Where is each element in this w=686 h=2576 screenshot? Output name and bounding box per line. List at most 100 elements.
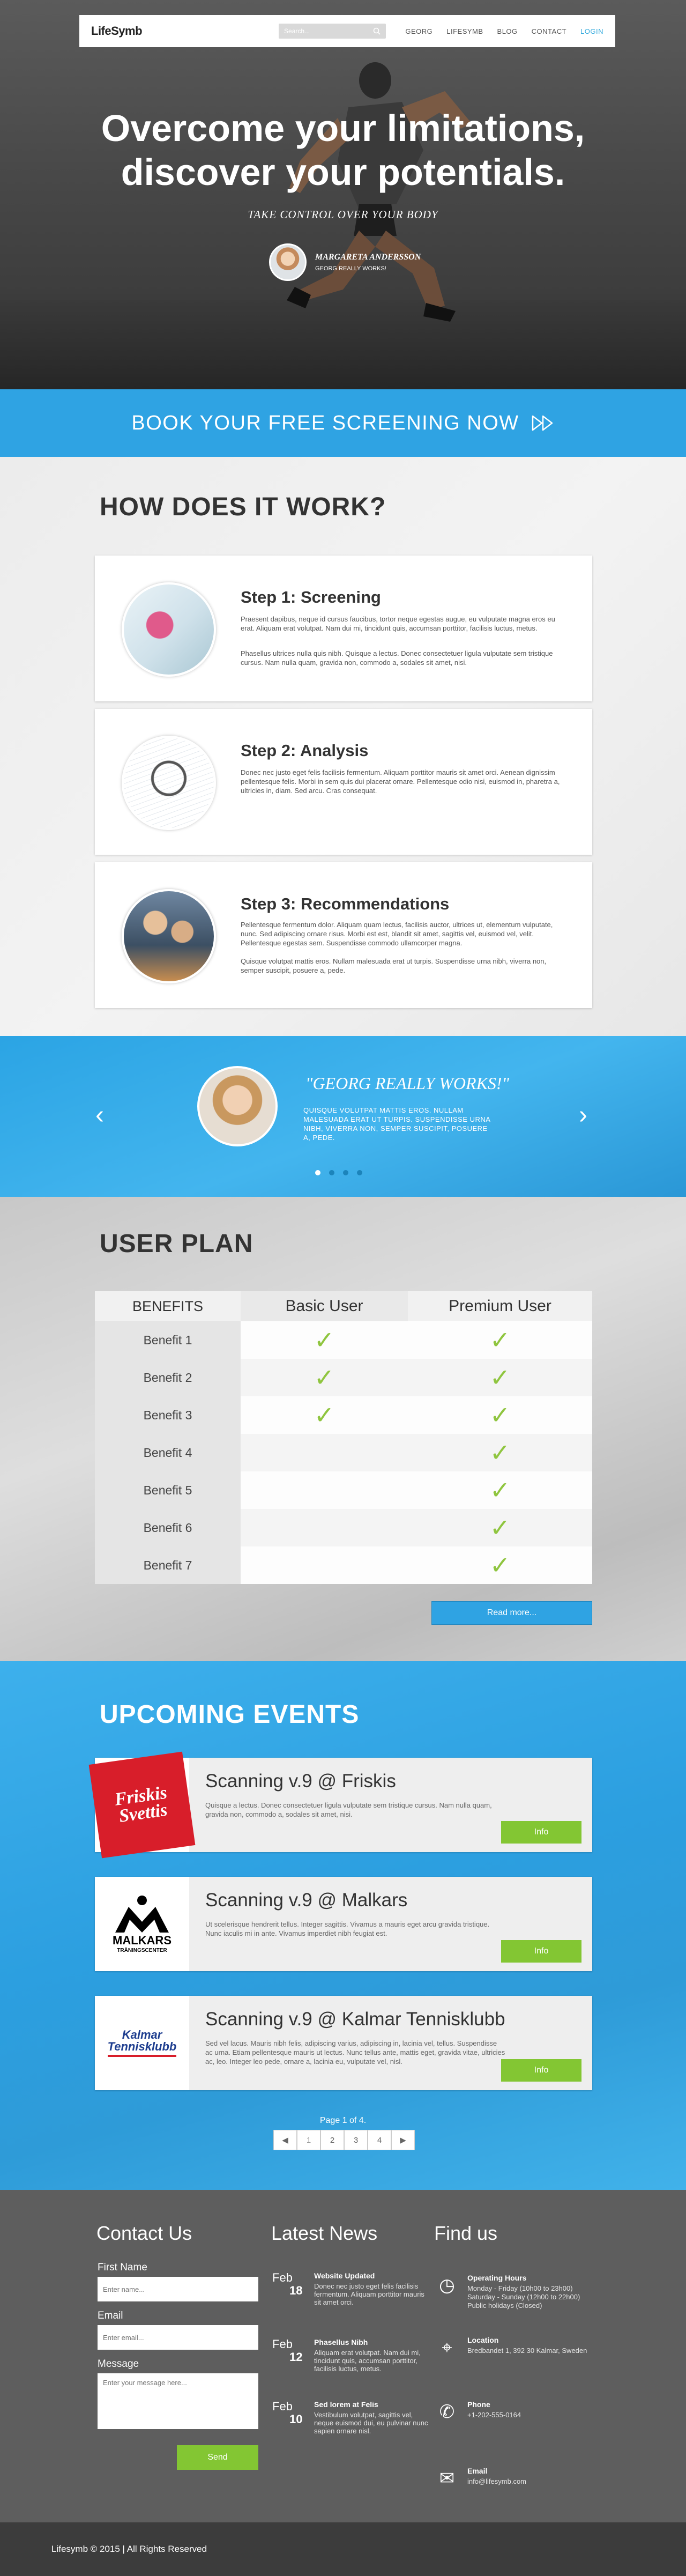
news-day: 10 — [289, 2412, 303, 2426]
event-text: Quisque a lectus. Donec consectetuer lig… — [205, 1801, 492, 1818]
pagination-page[interactable]: 2 — [320, 2130, 344, 2150]
step-text: Phasellus ultrices nulla quis nibh. Quis… — [241, 649, 553, 667]
analysis-image — [122, 736, 216, 830]
news-month: Feb — [272, 2337, 293, 2351]
location-icon: ⌖ — [442, 2337, 452, 2358]
kalmar-tennis-logo: Kalmar Tennisklubb — [95, 1996, 189, 2090]
section-title: USER PLAN — [100, 1230, 253, 1258]
check-icon: ✓ — [489, 1364, 511, 1391]
basic-cell: ✓ — [241, 1321, 408, 1359]
benefit-name: Benefit 5 — [95, 1471, 241, 1509]
carousel-dot[interactable] — [315, 1170, 320, 1175]
message-field[interactable] — [98, 2373, 258, 2429]
carousel-next-button[interactable]: › — [579, 1102, 587, 1128]
pagination-page[interactable]: 4 — [368, 2130, 391, 2150]
email-field[interactable] — [98, 2325, 258, 2350]
hero-title: Overcome your limitations, discover your… — [0, 106, 686, 194]
benefit-name: Benefit 3 — [95, 1396, 241, 1434]
hero-tagline: TAKE CONTROL OVER YOUR BODY — [248, 208, 438, 221]
email-label: Email — [98, 2310, 123, 2321]
plan-row: Benefit 6 ✓ — [95, 1509, 592, 1546]
book-screening-label: BOOK YOUR FREE SCREENING NOW — [131, 411, 519, 434]
search-input[interactable] — [284, 27, 365, 35]
carousel-dot[interactable] — [329, 1170, 334, 1175]
carousel-dot[interactable] — [357, 1170, 362, 1175]
hero-section: LifeSymb GEORG LIFESYMB BLOG CONTACT LOG… — [0, 0, 686, 389]
site-logo[interactable]: LifeSymb — [91, 24, 143, 38]
pagination-prev-button[interactable]: ◀ — [273, 2130, 297, 2150]
carousel-dot[interactable] — [343, 1170, 348, 1175]
plan-row: Benefit 1 ✓ ✓ — [95, 1321, 592, 1359]
news-day: 12 — [289, 2350, 303, 2364]
plan-row: Benefit 7 ✓ — [95, 1546, 592, 1584]
premium-cell: ✓ — [408, 1321, 592, 1359]
premium-cell: ✓ — [408, 1471, 592, 1509]
check-icon: ✓ — [489, 1551, 511, 1579]
event-text: Ut scelerisque hendrerit tellus. Integer… — [205, 1920, 490, 1937]
avatar — [197, 1066, 278, 1146]
logo-text: Kalmar — [122, 2028, 162, 2041]
event-info-button[interactable]: Info — [501, 1940, 581, 1963]
premium-cell: ✓ — [408, 1434, 592, 1471]
step-title: Step 3: Recommendations — [241, 894, 450, 913]
send-button[interactable]: Send — [177, 2445, 258, 2470]
step-title: Step 2: Analysis — [241, 741, 369, 760]
email: ✉ Email info@lifesymb.com — [435, 2467, 607, 2510]
step-text: Quisque volutpat mattis eros. Nullam mal… — [241, 957, 547, 974]
check-icon: ✓ — [489, 1439, 511, 1467]
nav-links: GEORG LIFESYMB BLOG CONTACT LOGIN — [405, 27, 603, 35]
check-icon: ✓ — [489, 1326, 511, 1354]
pagination-next-button[interactable]: ▶ — [391, 2130, 415, 2150]
info-title: Phone — [467, 2400, 490, 2409]
testimonial-author: MARGARETA ANDERSSON — [315, 253, 421, 262]
logo-text: TRÄNINGSCENTER — [117, 1947, 167, 1953]
step-card: Step 3: Recommendations Pellentesque fer… — [95, 862, 592, 1008]
clock-icon: ◷ — [439, 2275, 455, 2296]
news-text: Aliquam erat volutpat. Nam dui mi, tinci… — [314, 2349, 421, 2373]
book-screening-button[interactable]: BOOK YOUR FREE SCREENING NOW — [0, 389, 686, 457]
first-name-field[interactable] — [98, 2277, 258, 2301]
info-text[interactable]: +1-202-555-0164 — [467, 2411, 521, 2419]
info-text[interactable]: info@lifesymb.com — [467, 2477, 526, 2486]
testimonial-quote: "GEORG REALLY WORKS!" — [305, 1074, 509, 1093]
basic-cell: ✓ — [241, 1396, 408, 1434]
hero-title-line1: Overcome your limitations, — [101, 107, 585, 149]
nav-link-georg[interactable]: GEORG — [405, 27, 433, 35]
malkars-logo: MALKARS TRÄNINGSCENTER — [95, 1877, 189, 1971]
premium-cell: ✓ — [408, 1359, 592, 1396]
contact-title: Contact Us — [96, 2222, 192, 2244]
event-info-button[interactable]: Info — [501, 2059, 581, 2082]
event-title: Scanning v.9 @ Friskis — [205, 1771, 396, 1792]
testimonial-snippet: GEORG REALLY WORKS! — [315, 265, 386, 272]
search-icon[interactable] — [373, 27, 381, 35]
hero-title-line2: discover your potentials. — [121, 151, 565, 193]
pagination-page[interactable]: 3 — [344, 2130, 368, 2150]
carousel-prev-button[interactable]: ‹ — [95, 1102, 104, 1128]
event-info-button[interactable]: Info — [501, 1821, 581, 1844]
plan-row: Benefit 2 ✓ ✓ — [95, 1359, 592, 1396]
fast-forward-icon — [532, 415, 553, 431]
plan-row: Benefit 4 ✓ — [95, 1434, 592, 1471]
event-card: Kalmar Tennisklubb Scanning v.9 @ Kalmar… — [95, 1996, 592, 2090]
pagination-text: Page 1 of 4. — [319, 2116, 367, 2125]
how-it-works-section: HOW DOES IT WORK? Step 1: Screening Prae… — [0, 457, 686, 1036]
nav-link-contact[interactable]: CONTACT — [532, 27, 566, 35]
nav-link-login[interactable]: LOGIN — [580, 27, 603, 35]
testimonial-text: QUISQUE VOLUTPAT MATTIS EROS. NULLAM MAL… — [303, 1106, 490, 1142]
info-title: Email — [467, 2467, 488, 2475]
news-title: Latest News — [271, 2222, 378, 2244]
news-text: Vestibulum volutpat, sagittis vel, neque… — [314, 2411, 428, 2435]
news-item[interactable]: Feb 10 Sed lorem at Felis Vestibulum volu… — [272, 2400, 428, 2448]
news-title: Sed lorem at Felis — [314, 2400, 378, 2409]
step-text: Pellentesque fermentum dolor. Aliquam qu… — [241, 921, 553, 947]
read-more-button[interactable]: Read more... — [431, 1601, 592, 1625]
nav-link-lifesymb[interactable]: LIFESYMB — [446, 27, 483, 35]
friskis-logo: Friskis Svettis — [88, 1751, 196, 1859]
pagination-page[interactable]: 1 — [297, 2130, 320, 2150]
plan-table-header: BENEFITS Basic User Premium User — [95, 1291, 592, 1321]
nav-link-blog[interactable]: BLOG — [497, 27, 518, 35]
check-icon: ✓ — [489, 1401, 511, 1429]
news-item[interactable]: Feb 18 Website Updated Donec nec justo eg… — [272, 2271, 428, 2320]
news-item[interactable]: Feb 12 Phasellus Nibh Aliquam erat volutp… — [272, 2338, 428, 2386]
search-box[interactable] — [279, 24, 386, 39]
